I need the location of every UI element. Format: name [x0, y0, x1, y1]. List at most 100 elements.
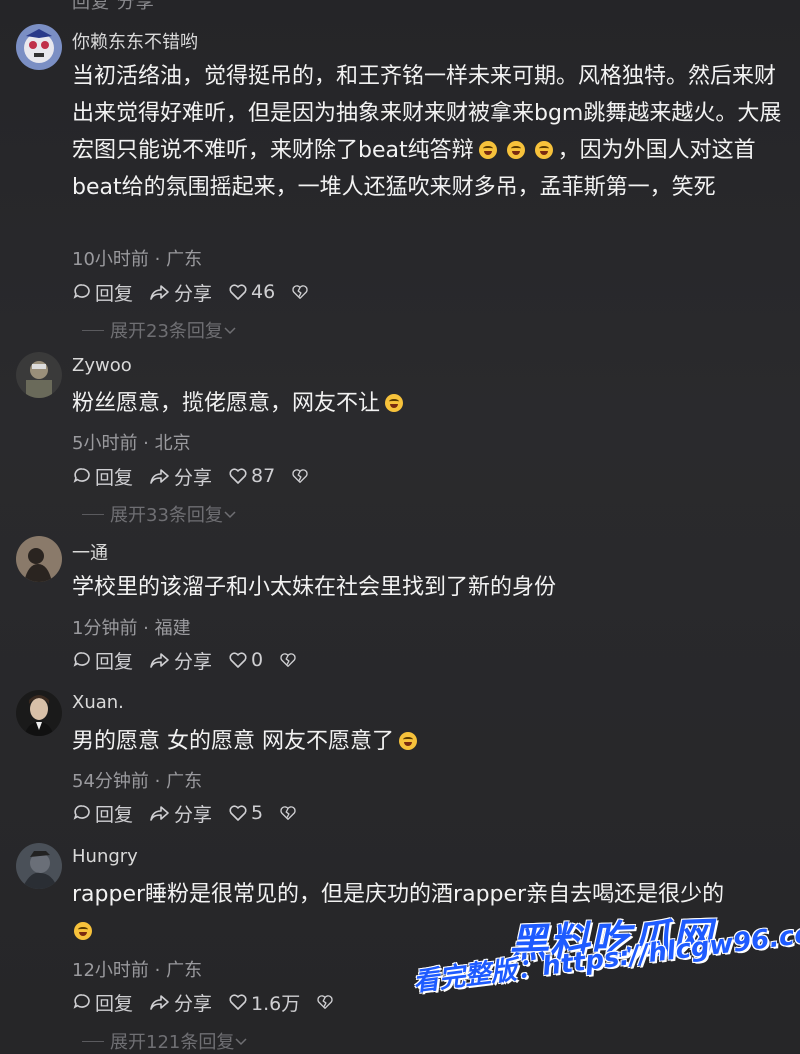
avatar[interactable]	[16, 536, 62, 582]
comment-actions: 回复 分享 87	[72, 463, 328, 489]
share-icon	[150, 653, 169, 668]
like-count: 87	[251, 465, 276, 487]
dislike-button[interactable]	[291, 467, 312, 485]
share-label: 分享	[174, 466, 213, 489]
reply-icon	[73, 284, 90, 299]
grinning-emoji-icon	[399, 732, 417, 750]
like-button[interactable]: 0	[228, 649, 263, 671]
share-icon	[150, 285, 169, 300]
share-icon	[150, 995, 169, 1010]
avatar[interactable]	[16, 690, 62, 736]
broken-heart-icon	[280, 653, 296, 667]
reply-button[interactable]: 回复	[72, 800, 133, 827]
avatar[interactable]	[16, 352, 62, 398]
reply-label: 回复	[95, 803, 134, 826]
share-button[interactable]: 分享	[149, 800, 212, 827]
comment-text: 当初活络油，觉得挺吊的，和王齐铭一样未来可期。风格独特。然后来财出来觉得好难听，…	[72, 58, 792, 206]
comment-meta: 10小时前 · 广东	[72, 249, 203, 270]
comment-text-main: rapper睡粉是很常见的，但是庆功的酒rapper亲自去喝还是很少的	[72, 882, 725, 907]
comment-username[interactable]: 你赖东东不错哟	[72, 28, 198, 54]
comment-username[interactable]: 一通	[72, 539, 108, 565]
heart-icon	[229, 468, 247, 484]
comment-text: 粉丝愿意，揽佬愿意，网友不让	[72, 385, 792, 422]
heart-icon	[229, 805, 247, 821]
share-label: 分享	[174, 282, 213, 305]
reply-icon	[73, 805, 90, 820]
comment-text-main: 男的愿意 女的愿意 网友不愿意了	[72, 729, 394, 754]
comment-text-main: 学校里的该溜子和小太妹在社会里找到了新的身份	[72, 575, 557, 600]
avatar[interactable]	[16, 843, 62, 889]
broken-heart-icon	[280, 806, 296, 820]
share-button[interactable]: 分享	[149, 463, 212, 490]
chevron-down-icon	[224, 327, 236, 335]
laughing-emoji-icon	[478, 141, 497, 159]
expand-replies-label: 展开23条回复	[110, 321, 223, 342]
expand-replies-label: 展开33条回复	[110, 505, 223, 526]
comment-text-main: 粉丝愿意，揽佬愿意，网友不让	[72, 391, 381, 416]
share-label: 分享	[174, 803, 213, 826]
expand-replies-label: 展开121条回复	[110, 1032, 235, 1053]
broken-heart-icon	[292, 469, 308, 483]
comment-meta: 5小时前 · 北京	[72, 433, 191, 454]
like-count: 46	[251, 281, 276, 303]
comment-meta: 12小时前 · 广东	[72, 960, 203, 981]
comment-text: 男的愿意 女的愿意 网友不愿意了	[72, 723, 792, 760]
expand-replies-button[interactable]: 展开33条回复	[82, 501, 237, 527]
divider	[82, 1040, 104, 1042]
reply-icon	[73, 652, 90, 667]
reply-label: 回复	[95, 992, 134, 1015]
share-icon	[150, 469, 169, 484]
comment-actions: 回复 分享 1.6万	[72, 989, 353, 1015]
reply-icon	[73, 994, 90, 1009]
reply-label: 回复	[95, 650, 134, 673]
like-count: 0	[251, 649, 264, 671]
share-button[interactable]: 分享	[149, 989, 212, 1016]
laughing-emoji-icon	[534, 141, 553, 159]
previous-comment-actions: 回复 分享	[72, 0, 155, 13]
dislike-button[interactable]	[279, 804, 300, 822]
laughing-emoji-icon	[506, 141, 525, 159]
share-button[interactable]: 分享	[149, 279, 212, 306]
reply-icon	[73, 468, 90, 483]
reply-button[interactable]: 回复	[72, 463, 133, 490]
heart-icon	[229, 994, 247, 1010]
heart-icon	[229, 652, 247, 668]
reply-label: 回复	[95, 282, 134, 305]
comment-username[interactable]: Xuan.	[72, 692, 124, 713]
share-button[interactable]: 分享	[149, 647, 212, 674]
divider	[82, 513, 104, 515]
like-button[interactable]: 5	[228, 802, 263, 824]
reply-button[interactable]: 回复	[72, 279, 133, 306]
laughing-crying-emoji-icon	[385, 394, 404, 412]
dislike-button[interactable]	[316, 993, 337, 1011]
expand-replies-button[interactable]: 展开121条回复	[82, 1028, 248, 1054]
comment-username[interactable]: Zywoo	[72, 355, 132, 376]
comment-actions: 回复 分享 0	[72, 647, 316, 673]
chevron-down-icon	[235, 1038, 247, 1046]
broken-heart-icon	[292, 285, 308, 299]
like-button[interactable]: 87	[228, 465, 275, 487]
comment-meta: 1分钟前 · 福建	[72, 618, 191, 639]
like-button[interactable]: 1.6万	[228, 989, 300, 1016]
comment-text: 学校里的该溜子和小太妹在社会里找到了新的身份	[72, 569, 792, 606]
reply-button[interactable]: 回复	[72, 647, 133, 674]
avatar[interactable]	[16, 24, 62, 70]
comment-actions: 回复 分享 5	[72, 800, 316, 826]
like-button[interactable]: 46	[228, 281, 275, 303]
broken-heart-icon	[317, 995, 333, 1009]
dislike-button[interactable]	[291, 283, 312, 301]
like-count: 1.6万	[251, 992, 301, 1015]
dislike-button[interactable]	[279, 651, 300, 669]
comment-username[interactable]: Hungry	[72, 846, 138, 867]
comment-actions: 回复 分享 46	[72, 279, 328, 305]
comment-meta: 54分钟前 · 广东	[72, 771, 203, 792]
divider	[82, 329, 104, 331]
chevron-down-icon	[224, 511, 236, 519]
expand-replies-button[interactable]: 展开23条回复	[82, 317, 237, 343]
share-label: 分享	[174, 992, 213, 1015]
like-count: 5	[251, 802, 264, 824]
reply-label: 回复	[95, 466, 134, 489]
heart-icon	[229, 284, 247, 300]
reply-button[interactable]: 回复	[72, 989, 133, 1016]
dizzy-emoji-icon	[74, 922, 92, 940]
